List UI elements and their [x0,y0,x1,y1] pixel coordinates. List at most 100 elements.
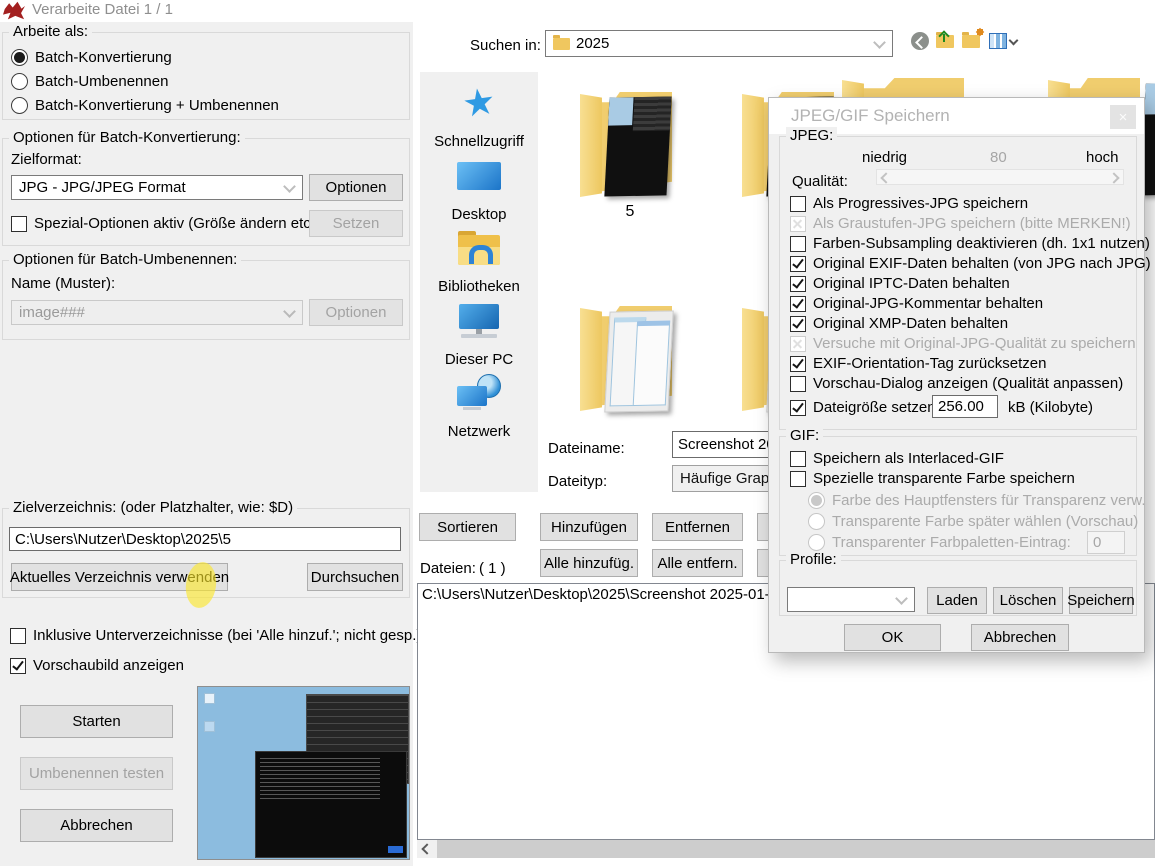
checkbox-box[interactable] [790,276,806,292]
radio-circle[interactable] [11,73,28,90]
save-profile-button[interactable]: Speichern [1069,587,1133,614]
desktop-icon [204,693,215,704]
checkbox-box[interactable] [10,628,26,644]
checkbox-box[interactable] [790,296,806,312]
filesize-input[interactable]: 256.00 [932,395,998,418]
sidebar-item-libraries[interactable]: Bibliotheken [420,227,538,297]
checkbox-box[interactable] [10,658,26,674]
sidebar-item-network[interactable]: Netzwerk [420,372,538,442]
sidebar-item-quick-access[interactable]: ★ Schnellzugriff [420,82,538,152]
quality-slider[interactable] [876,169,1124,185]
chevron-down-icon [895,592,908,605]
scroll-left-button[interactable] [417,840,437,858]
checkbox-box[interactable] [11,216,27,232]
checkbox-box[interactable] [790,451,806,467]
folder-item[interactable] [580,300,680,420]
sort-button[interactable]: Sortieren [419,513,516,541]
radio-label: Batch-Konvertierung [35,49,172,66]
cancel-button[interactable]: Abbrechen [20,809,173,842]
checkbox-grayscale-jpg[interactable]: Als Graustufen-JPG speichern (bitte MERK… [790,215,1131,232]
test-rename-button[interactable]: Umbenennen testen [20,757,173,790]
checkbox-original-quality[interactable]: Versuche mit Original-JPG-Qualität zu sp… [790,335,1136,352]
radio-main-window-color[interactable]: Farbe des Hauptfensters für Transparenz … [808,492,1145,509]
radio-batch-rename[interactable]: Batch-Umbenennen [11,73,168,90]
checkbox-box[interactable] [790,196,806,212]
views-menu-icon[interactable] [989,31,1011,51]
checkbox-disable-subsampling[interactable]: Farben-Subsampling deaktivieren (dh. 1x1… [790,235,1150,252]
target-format-combobox[interactable]: JPG - JPG/JPEG Format [11,175,303,200]
sidebar-item-desktop[interactable]: Desktop [420,155,538,225]
radio-circle[interactable] [11,49,28,66]
ok-button[interactable]: OK [844,624,941,651]
checkbox-box[interactable] [790,216,806,232]
sidebar-item-this-pc[interactable]: Dieser PC [420,300,538,370]
quick-access-star-icon: ★ [455,84,503,124]
checkbox-box[interactable] [790,400,806,416]
up-one-level-icon[interactable] [935,31,957,51]
checkbox-progressive-jpg[interactable]: Als Progressives-JPG speichern [790,195,1028,212]
load-profile-button[interactable]: Laden [927,587,987,614]
checkbox-box[interactable] [790,336,806,352]
checkbox-box[interactable] [790,376,806,392]
checkbox-box[interactable] [790,316,806,332]
special-options-checkbox[interactable]: Spezial-Optionen aktiv (Größe ändern etc… [11,215,320,232]
include-subdirs-checkbox[interactable]: Inklusive Unterverzeichnisse (bei 'Alle … [10,627,421,644]
rename-options-button[interactable]: Optionen [309,299,403,326]
add-all-button[interactable]: Alle hinzufüg. [540,549,638,577]
radio-palette-entry[interactable]: Transparenter Farbpaletten-Eintrag: [808,534,1071,551]
format-options-button[interactable]: Optionen [309,174,403,201]
horizontal-scrollbar[interactable] [417,840,1155,858]
radio-circle[interactable] [11,97,28,114]
checkbox-interlaced-gif[interactable]: Speichern als Interlaced-GIF [790,450,1004,467]
close-icon[interactable]: × [1110,105,1136,129]
name-pattern-combobox[interactable]: image### [11,300,303,325]
this-pc-icon [455,302,503,342]
palette-entry-input[interactable]: 0 [1087,531,1125,554]
remove-all-button[interactable]: Alle entfern. [652,549,743,577]
show-preview-checkbox[interactable]: Vorschaubild anzeigen [10,657,184,674]
radio-circle[interactable] [808,513,825,530]
back-icon[interactable] [910,31,932,51]
radio-choose-later[interactable]: Transparente Farbe später wählen (Vorsch… [808,513,1138,530]
radio-circle[interactable] [808,534,825,551]
target-directory-input[interactable]: C:\Users\Nutzer\Desktop\2025\5 [9,527,401,551]
checkbox-transparent-color[interactable]: Spezielle transparente Farbe speichern [790,470,1075,487]
look-in-combobox[interactable]: 2025 [545,30,893,57]
add-button[interactable]: Hinzufügen [540,513,638,541]
checkbox-label: Dateigröße setzen: [813,399,940,416]
slider-right-arrow-icon[interactable] [1108,172,1119,183]
radio-circle[interactable] [808,492,825,509]
checkbox-keep-jpg-comment[interactable]: Original-JPG-Kommentar behalten [790,295,1043,312]
radio-batch-conversion-rename[interactable]: Batch-Konvertierung + Umbenennen [11,97,279,114]
checkbox-keep-exif[interactable]: Original EXIF-Daten behalten (von JPG na… [790,255,1151,272]
checkbox-show-preview-dialog[interactable]: Vorschau-Dialog anzeigen (Qualität anpas… [790,375,1123,392]
folder-icon [962,35,980,48]
checkbox-keep-xmp[interactable]: Original XMP-Daten behalten [790,315,1008,332]
radio-label: Transparente Farbe später wählen (Vorsch… [832,513,1138,530]
new-folder-icon[interactable] [961,31,983,51]
app-icon [3,1,25,20]
chevron-left-icon [421,843,432,854]
checkbox-box[interactable] [790,356,806,372]
scrollbar-thumb[interactable] [437,840,1155,858]
work-as-group: Arbeite als: Batch-Konvertierung Batch-U… [2,32,410,120]
radio-batch-conversion[interactable]: Batch-Konvertierung [11,49,172,66]
checkbox-box[interactable] [790,256,806,272]
folder-item-5[interactable] [580,86,680,206]
start-button[interactable]: Starten [20,705,173,738]
file-list-item[interactable]: C:\Users\Nutzer\Desktop\2025\Screenshot … [422,586,824,603]
checkbox-set-filesize[interactable]: Dateigröße setzen: [790,399,940,416]
delete-profile-button[interactable]: Löschen [993,587,1063,614]
set-button[interactable]: Setzen [309,210,403,237]
checkbox-reset-exif-orientation[interactable]: EXIF-Orientation-Tag zurücksetzen [790,355,1046,372]
dialog-cancel-button[interactable]: Abbrechen [971,624,1069,651]
checkbox-box[interactable] [790,236,806,252]
checkbox-box[interactable] [790,471,806,487]
browse-button[interactable]: Durchsuchen [307,563,403,591]
slider-left-arrow-icon[interactable] [880,172,891,183]
profile-combobox[interactable] [787,587,915,612]
checkbox-keep-iptc[interactable]: Original IPTC-Daten behalten [790,275,1010,292]
palette-entry-value: 0 [1093,534,1101,551]
remove-button[interactable]: Entfernen [652,513,743,541]
conversion-options-group: Optionen für Batch-Konvertierung: Zielfo… [2,138,410,246]
